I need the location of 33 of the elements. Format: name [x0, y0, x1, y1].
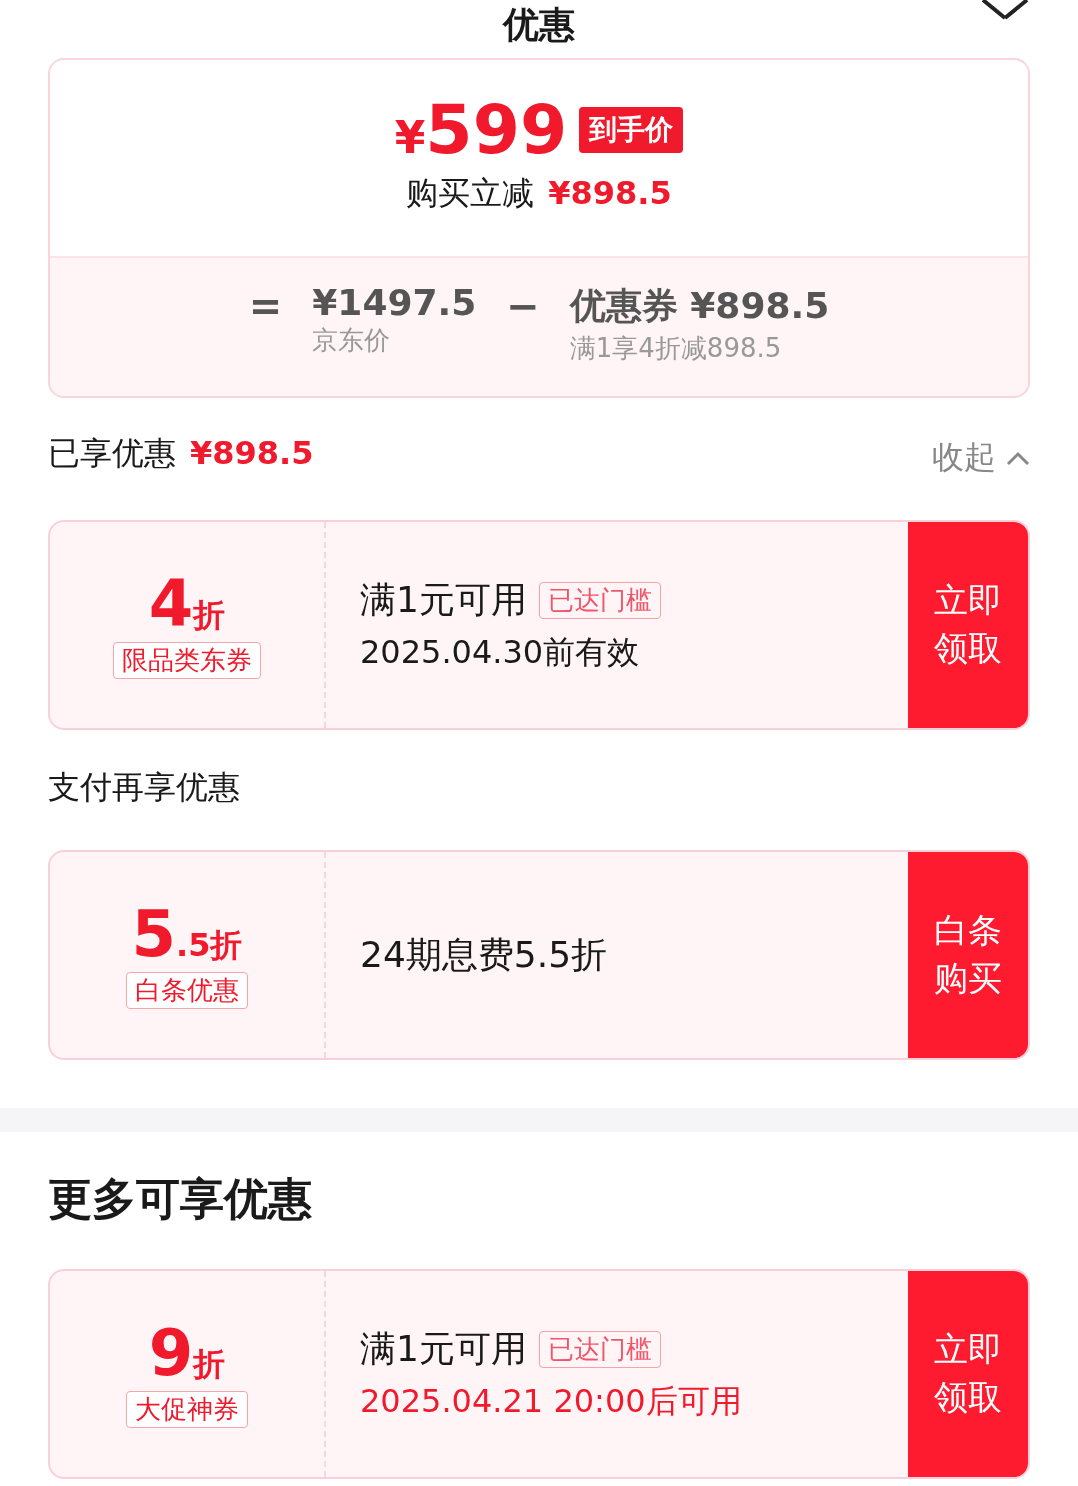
- coupon-condition: 24期息费5.5折: [360, 932, 608, 977]
- reduce-label: 购买立减: [406, 173, 535, 214]
- enjoyed-amount: ¥898.5: [190, 434, 314, 472]
- equals-sign: =: [248, 282, 283, 330]
- chevron-up-icon: [1006, 450, 1030, 466]
- coupon-note: 满1享4折减898.5: [569, 332, 783, 365]
- sheet-title: 优惠: [503, 2, 575, 47]
- section-heading: 更多可享优惠: [48, 1172, 313, 1226]
- price-badge: 到手价: [579, 107, 684, 153]
- coupon-validity: 2025.04.21 20:00后可用: [360, 1380, 743, 1422]
- discount-value: 5.5折: [131, 901, 243, 968]
- reduce-amount: ¥898.5: [548, 174, 672, 212]
- collapse-toggle[interactable]: 收起: [932, 436, 1030, 480]
- claim-button[interactable]: 立即领取: [908, 522, 1028, 728]
- enjoyed-label: 已享优惠: [48, 433, 176, 474]
- base-price: ¥1497.5: [312, 282, 477, 323]
- threshold-tag: 已达门槛: [538, 1330, 661, 1368]
- coupon-validity: 2025.04.30前有效: [360, 631, 641, 673]
- coupon-condition: 满1元可用: [360, 577, 527, 622]
- section-title: 支付再享优惠: [48, 767, 241, 808]
- minus-sign: −: [506, 282, 540, 330]
- coupon-tag: 白条优惠: [126, 971, 248, 1009]
- coupon-amount: 优惠券 ¥898.5: [569, 284, 830, 328]
- threshold-tag: 已达门槛: [538, 581, 661, 619]
- coupon-tag: 限品类东券: [113, 641, 261, 679]
- claim-button[interactable]: 白条购买: [908, 852, 1028, 1058]
- final-price: ¥599: [394, 96, 568, 164]
- claim-button[interactable]: 立即领取: [908, 1271, 1028, 1477]
- base-price-label: 京东价: [312, 324, 392, 357]
- coupon-tag: 大促神券: [126, 1390, 248, 1428]
- discount-value: 9折: [148, 1320, 226, 1387]
- coupon-condition: 满1元可用: [360, 1326, 527, 1371]
- discount-value: 4折: [148, 571, 226, 638]
